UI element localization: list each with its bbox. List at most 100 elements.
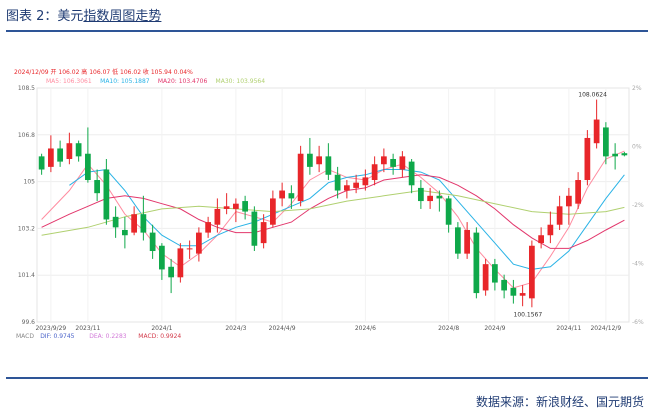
right-tick-label: -4% — [632, 261, 644, 268]
data-source: 数据来源：新浪财经、国元期货 — [475, 395, 644, 409]
ma-legend-entry: MA5: 106.3061 — [46, 78, 92, 85]
x-tick-label: 2024/6 — [355, 325, 376, 332]
candle-body — [584, 137, 591, 181]
candle-body — [260, 222, 267, 244]
candle-body — [205, 222, 211, 233]
macd-legend: MACD DIF: 0.9745 DEA: 0.2283 MACD: 0.9924 — [16, 333, 181, 340]
candle-body — [149, 232, 156, 252]
candle-body — [297, 153, 304, 202]
candle — [529, 240, 535, 308]
x-tick-label: 2024/9 — [484, 325, 505, 332]
candle-body — [566, 195, 572, 207]
candle-body — [362, 177, 369, 186]
candle-body — [381, 156, 387, 165]
candle-body — [538, 235, 544, 244]
candle-body — [473, 232, 480, 294]
macd-legend-entry: DIF: 0.9745 — [40, 333, 74, 340]
x-tick-label: 2024/12/9 — [590, 325, 621, 332]
candle-body — [233, 203, 239, 209]
right-axis: 2% 0% -2% -4% -6% — [632, 85, 644, 326]
x-tick-label: 2023/11 — [75, 325, 100, 332]
y-tick-label: 108.5 — [18, 85, 35, 92]
candle-body — [242, 201, 248, 212]
y-axis: 108.5 106.8 105 103.2 101.4 99.6 — [18, 85, 35, 326]
candle-body — [196, 232, 202, 254]
candle-body — [223, 206, 230, 209]
candle-body — [279, 190, 285, 199]
candle-body — [57, 148, 63, 162]
x-tick-label: 2024/3 — [225, 325, 246, 332]
candle-body — [131, 214, 137, 233]
candle-body — [371, 164, 378, 181]
right-tick-label: 0% — [632, 144, 642, 151]
candle-body — [334, 174, 341, 191]
candle-body — [316, 156, 322, 165]
candle-body — [307, 153, 313, 167]
candle-body — [529, 245, 535, 299]
x-tick-label: 2024/11 — [556, 325, 581, 332]
y-tick-label: 106.8 — [18, 132, 35, 139]
candle-body — [186, 248, 193, 250]
candle — [297, 145, 304, 207]
ma-legend-entry: MA20: 103.4706 — [158, 78, 208, 85]
candle — [177, 243, 184, 283]
candle — [473, 227, 480, 299]
candle — [455, 222, 461, 259]
candle — [251, 206, 258, 252]
candle-body — [418, 187, 424, 202]
candle-body — [344, 185, 350, 191]
extreme-label: 108.0624 — [578, 92, 607, 99]
candle-body — [510, 287, 517, 296]
candle-body — [408, 161, 415, 186]
right-tick-label: -2% — [632, 202, 644, 209]
candle-body — [501, 279, 507, 291]
y-tick-label: 103.2 — [18, 225, 35, 232]
candle-body — [214, 208, 221, 225]
x-tick-label: 2024/1 — [151, 325, 172, 332]
candle-body — [66, 143, 73, 159]
candle-body — [492, 264, 498, 283]
y-tick-label: 101.4 — [18, 272, 35, 279]
candle-body — [482, 264, 489, 291]
candle-body — [519, 293, 526, 296]
candle-body — [427, 195, 433, 202]
x-tick-label: 2024/4/9 — [269, 325, 296, 332]
candle-body — [612, 153, 618, 157]
footer-rule — [6, 377, 648, 379]
candle-body — [168, 266, 174, 278]
chart-panel — [36, 87, 630, 323]
dollar-index-weekly-chart: 2024/12/09 开 106.02 高 106.07 低 106.02 收 … — [14, 68, 644, 340]
candle-body — [270, 198, 276, 225]
x-axis: 2023/9/29 2023/11 2024/1 2024/3 2024/4/9 2024… — [35, 325, 621, 332]
candle-body — [140, 214, 147, 233]
candle — [482, 258, 489, 296]
x-tick-label: 2023/9/29 — [35, 325, 66, 332]
candle-body — [159, 245, 165, 270]
candle-body — [288, 193, 295, 199]
candle-body — [103, 169, 110, 220]
candle-body — [556, 206, 563, 225]
candle-body — [399, 156, 406, 170]
candle-body — [325, 156, 332, 175]
macd-legend-entry: MACD: 0.9924 — [138, 333, 181, 340]
candle-body — [575, 180, 581, 204]
candle-body — [177, 248, 184, 278]
candle-body — [455, 227, 461, 254]
candle-body — [353, 182, 359, 188]
macd-legend-entry: DEA: 0.2283 — [89, 333, 127, 340]
info-line: 2024/12/09 开 106.02 高 106.07 低 106.02 收 … — [14, 68, 193, 76]
right-tick-label: 2% — [632, 85, 642, 92]
candle-body — [122, 229, 128, 236]
y-tick-label: 99.6 — [22, 319, 36, 326]
ma-legend-entry: MA30: 103.9564 — [216, 78, 266, 85]
candle-body — [112, 216, 119, 228]
candle — [584, 130, 591, 186]
candle-body — [593, 119, 600, 144]
candle-body — [603, 127, 609, 157]
right-tick-label: -6% — [632, 319, 644, 326]
candle-body — [94, 180, 100, 194]
candle-body — [621, 153, 628, 156]
candle-body — [547, 224, 554, 236]
extreme-label: 100.1567 — [514, 311, 543, 318]
candle-body — [436, 195, 443, 199]
